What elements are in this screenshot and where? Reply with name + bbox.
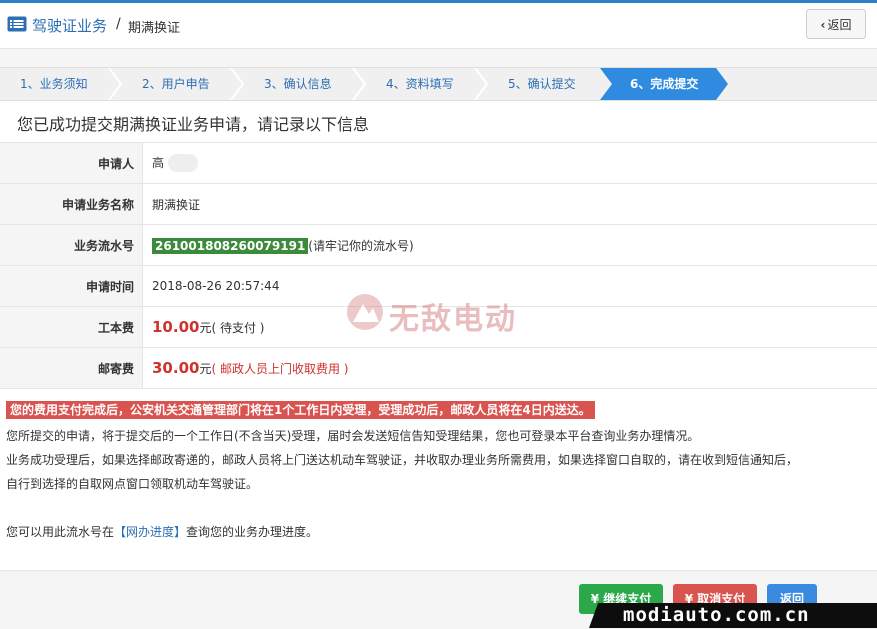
table-row: 申请人 高: [0, 143, 877, 184]
info-table: 申请人 高 申请业务名称 期满换证 业务流水号 2610018082600791…: [0, 142, 877, 389]
postage-amount: 30.00: [152, 359, 199, 377]
step-separator: [352, 68, 366, 100]
payment-alert: 您的费用支付完成后，公安机关交通管理部门将在1个工作日内受理，受理成功后，邮政人…: [6, 401, 595, 419]
cost-unit: 元: [199, 321, 211, 335]
redaction-blur: [168, 154, 198, 172]
serial-number: 261001808260079191: [152, 238, 308, 254]
progress-text-prefix: 您可以用此流水号在: [6, 525, 114, 539]
step-4: 4、资料填写: [386, 68, 454, 100]
breadcrumb-page: 期满换证: [128, 17, 180, 36]
postage-cell: 30.00元( 邮政人员上门收取费用 ): [143, 348, 877, 389]
breadcrumb-separator: /: [116, 16, 121, 32]
step-progress: 1、业务须知 2、用户申告 3、确认信息 4、资料填写 5、确认提交 6、完成提…: [0, 67, 877, 101]
table-row: 邮寄费 30.00元( 邮政人员上门收取费用 ): [0, 348, 877, 389]
table-row: 申请业务名称 期满换证: [0, 184, 877, 225]
breadcrumb-section[interactable]: 驾驶证业务: [32, 15, 107, 36]
time-label: 申请时间: [0, 266, 143, 307]
step-separator: [230, 68, 244, 100]
header-gap: [0, 49, 877, 67]
page-title: 您已成功提交期满换证业务申请，请记录以下信息: [17, 111, 369, 135]
cost-amount: 10.00: [152, 318, 199, 336]
info-paragraph-2: 业务成功受理后，如果选择邮政寄递的，邮政人员将上门送达机动车驾驶证，并收取办理业…: [6, 451, 798, 468]
applicant-name: 高: [152, 156, 164, 170]
brand-text: modiauto.com.cn: [623, 604, 810, 626]
step-6-active: 6、完成提交: [630, 68, 698, 100]
progress-link[interactable]: 【网办进度】: [114, 525, 186, 539]
step-5: 5、确认提交: [508, 68, 576, 100]
info-paragraph-1: 您所提交的申请，将于提交后的一个工作日(不含当天)受理，届时会发送短信告知受理结…: [6, 427, 699, 444]
watermark: 无敌电动: [345, 290, 545, 334]
step-1: 1、业务须知: [20, 68, 88, 100]
postage-unit: 元: [199, 362, 211, 376]
serial-hint: (请牢记你的流水号): [308, 239, 413, 253]
watermark-text: 无敌电动: [389, 294, 517, 338]
serial-cell: 261001808260079191(请牢记你的流水号): [143, 225, 877, 266]
applicant-label: 申请人: [0, 143, 143, 184]
step-separator: [108, 68, 122, 100]
info-paragraph-3: 自行到选择的自取网点窗口领取机动车驾驶证。: [6, 475, 258, 492]
serial-label: 业务流水号: [0, 225, 143, 266]
step-separator: [474, 68, 488, 100]
watermark-logo-icon: [345, 292, 385, 332]
applicant-value: 高: [143, 143, 877, 184]
postage-label: 邮寄费: [0, 348, 143, 389]
business-label: 申请业务名称: [0, 184, 143, 225]
list-icon: [7, 16, 27, 32]
page-header: 驾驶证业务 / 期满换证 ‹返回: [0, 3, 877, 49]
back-button-label: 返回: [827, 18, 851, 32]
cost-label: 工本费: [0, 307, 143, 348]
progress-text-suffix: 查询您的业务办理进度。: [186, 525, 318, 539]
postage-note: ( 邮政人员上门收取费用 ): [211, 362, 348, 376]
cost-note: ( 待支付 ): [211, 321, 264, 335]
chevron-left-icon: ‹: [821, 18, 826, 32]
back-button[interactable]: ‹返回: [806, 9, 866, 39]
step-3: 3、确认信息: [264, 68, 332, 100]
business-value: 期满换证: [143, 184, 877, 225]
info-paragraph-4: 您可以用此流水号在【网办进度】查询您的业务办理进度。: [6, 523, 318, 540]
step-2: 2、用户申告: [142, 68, 210, 100]
table-row: 业务流水号 261001808260079191(请牢记你的流水号): [0, 225, 877, 266]
